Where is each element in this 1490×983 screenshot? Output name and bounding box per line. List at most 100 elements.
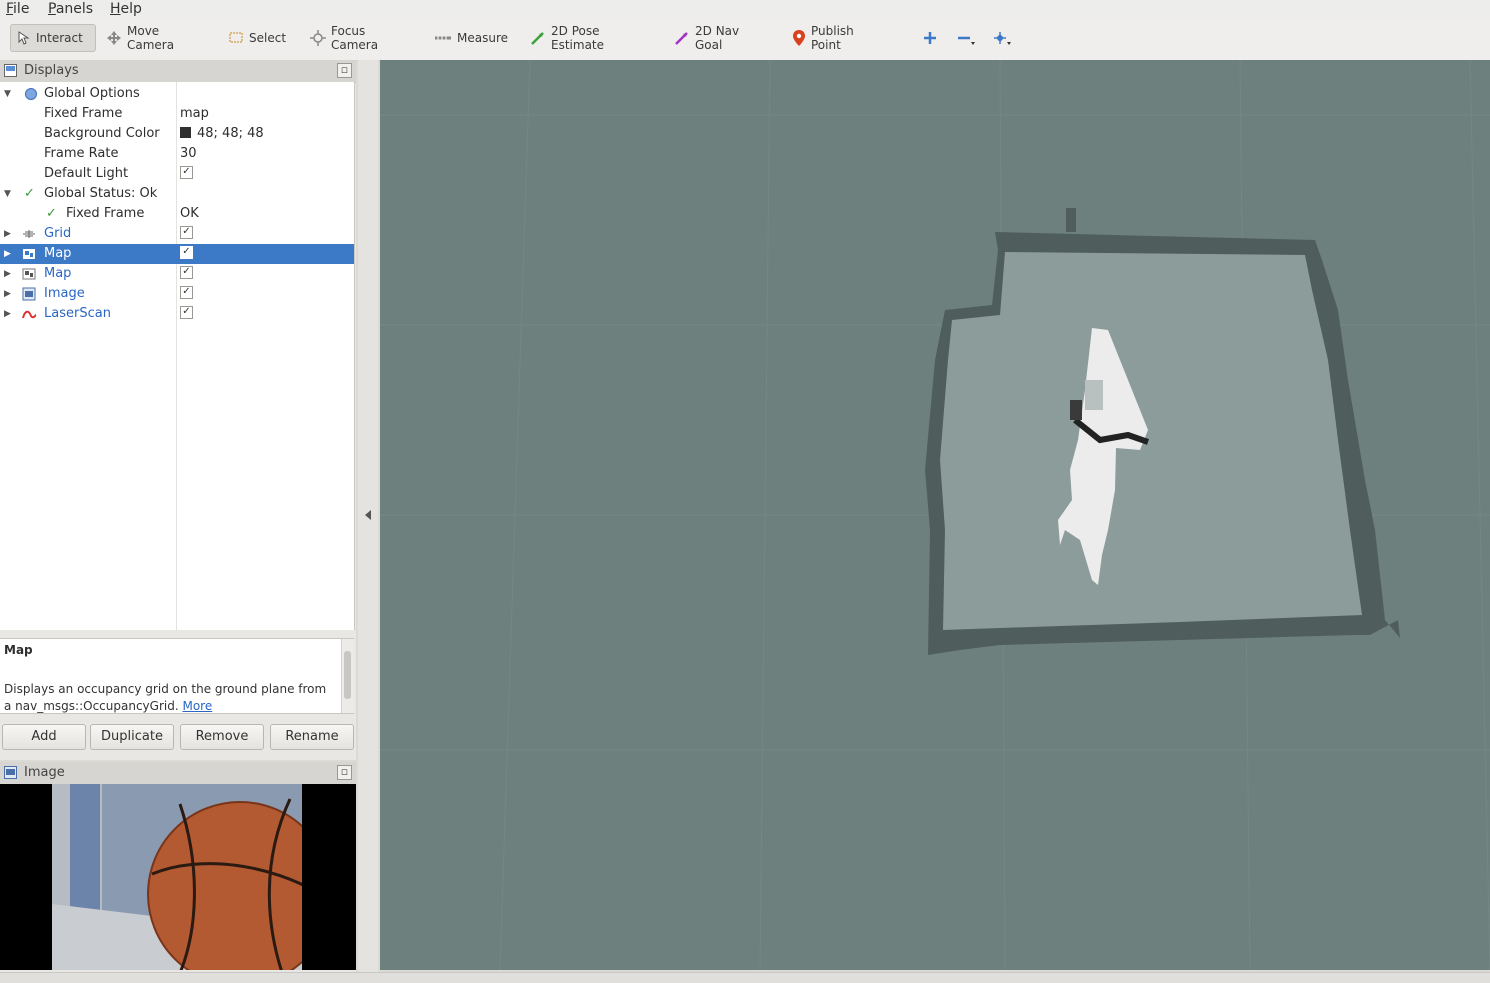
tool-focus-camera[interactable]: Focus Camera (306, 24, 416, 52)
display-name-map: Map (44, 246, 72, 261)
tool-2d-nav-goal[interactable]: 2D Nav Goal (670, 24, 770, 52)
scrollbar-thumb[interactable] (344, 651, 351, 699)
displays-panel-close-button[interactable]: ▫ (337, 63, 352, 78)
fixed-frame-label: Fixed Frame (44, 106, 123, 121)
image-panel-title: Image (24, 765, 65, 780)
3d-viewport[interactable] (380, 60, 1490, 970)
collapse-left-icon[interactable] (365, 510, 371, 520)
tree-row-default-light[interactable]: Default Light ✓ (0, 164, 354, 184)
display-name-image: Image (44, 286, 85, 301)
remove-tool-icon (958, 36, 975, 45)
description-more-link[interactable]: More (182, 699, 212, 713)
tool-measure[interactable]: Measure (430, 24, 510, 52)
expand-arrow-icon[interactable]: ▶ (4, 284, 11, 304)
tree-row-fixed-frame[interactable]: Fixed Frame map (0, 104, 354, 124)
collapse-arrow-icon[interactable]: ▼ (4, 84, 11, 104)
remove-tool-button[interactable] (952, 24, 980, 52)
laserscan-enabled-checkbox[interactable]: ✓ (180, 306, 193, 319)
expand-arrow-icon[interactable]: ▶ (4, 264, 11, 284)
menu-bar: File Panels Help (0, 0, 1490, 18)
image-icon (4, 766, 17, 779)
description-text: Displays an occupancy grid on the ground… (4, 682, 327, 713)
image-panel: Image ▫ (0, 762, 356, 972)
tool-measure-label: Measure (457, 31, 508, 45)
check-icon: ✓ (46, 206, 57, 221)
robot-marker (1085, 380, 1103, 410)
tree-row-background-color[interactable]: Background Color 48; 48; 48 (0, 124, 354, 144)
tree-row-laserscan[interactable]: ▶ LaserScan ✓ (0, 304, 354, 324)
pose-estimate-icon (531, 32, 544, 45)
tool-publish-point[interactable]: Publish Point (788, 24, 890, 52)
tool-interact[interactable]: Interact (10, 24, 96, 52)
displays-icon (4, 64, 17, 77)
tree-row-image[interactable]: ▶ Image ✓ (0, 284, 354, 304)
remove-button[interactable]: Remove (180, 724, 264, 750)
tree-row-global-options[interactable]: ▼ Global Options (0, 84, 354, 104)
default-light-checkbox-wrap: ✓ (180, 164, 193, 184)
description-title: Map (4, 643, 33, 657)
tool-publish-point-label: Publish Point (811, 24, 854, 52)
expand-arrow-icon[interactable]: ▶ (4, 224, 11, 244)
grid-icon (23, 230, 35, 238)
fixed-frame-value[interactable]: map (180, 104, 209, 124)
frame-rate-value[interactable]: 30 (180, 144, 197, 164)
toolbar: Interact Move Camera Select Focus Camera… (0, 18, 1490, 61)
expand-arrow-icon[interactable]: ▶ (4, 244, 11, 264)
tree-row-map-2[interactable]: ▶ Map ✓ (0, 264, 354, 284)
status-fixed-frame-label: Fixed Frame (66, 206, 145, 221)
map2-checkbox-wrap: ✓ (180, 264, 193, 284)
expand-arrow-icon[interactable]: ▶ (4, 304, 11, 324)
tree-row-grid[interactable]: ▶ Grid ✓ (0, 224, 354, 244)
global-status-label: Global Status: Ok (44, 186, 158, 201)
menu-panels[interactable]: Panels (48, 0, 93, 18)
focus-camera-icon (310, 30, 326, 46)
map-render (380, 60, 1490, 970)
add-button[interactable]: Add (2, 724, 86, 750)
publish-point-icon (793, 30, 805, 46)
tool-select[interactable]: Select (224, 24, 294, 52)
background-color-field[interactable]: 48; 48; 48 (180, 124, 264, 144)
laserscan-checkbox-wrap: ✓ (180, 304, 193, 324)
duplicate-button[interactable]: Duplicate (90, 724, 174, 750)
tree-row-frame-rate[interactable]: Frame Rate 30 (0, 144, 354, 164)
add-tool-icon (924, 32, 936, 44)
default-light-checkbox[interactable]: ✓ (180, 166, 193, 179)
image-enabled-checkbox[interactable]: ✓ (180, 286, 193, 299)
background-color-label: Background Color (44, 126, 160, 141)
tool-properties-button[interactable] (988, 24, 1016, 52)
tool-focus-camera-label: Focus Camera (331, 24, 379, 52)
menu-help[interactable]: Help (110, 0, 142, 18)
tool-2d-nav-goal-label: 2D Nav Goal (695, 24, 740, 52)
color-swatch[interactable] (180, 127, 191, 138)
map-2-enabled-checkbox[interactable]: ✓ (180, 266, 193, 279)
default-light-label: Default Light (44, 166, 129, 181)
tree-row-global-status[interactable]: ▼ ✓ Global Status: Ok (0, 184, 354, 204)
image-icon (22, 287, 36, 301)
status-bar (0, 972, 1490, 983)
tool-2d-pose-estimate-label: 2D Pose Estimate (551, 24, 605, 52)
rename-button[interactable]: Rename (270, 724, 354, 750)
panel-splitter[interactable] (358, 60, 378, 972)
map-enabled-checkbox[interactable]: ✓ (180, 246, 193, 259)
add-tool-button[interactable] (918, 24, 942, 52)
display-buttons: Add Duplicate Remove Rename (0, 724, 356, 750)
collapse-arrow-icon[interactable]: ▼ (4, 184, 11, 204)
tool-move-camera[interactable]: Move Camera (102, 24, 214, 52)
tree-row-status-fixed-frame[interactable]: ✓ Fixed Frame OK (0, 204, 354, 224)
measure-icon (435, 36, 451, 40)
map-checkbox-wrap: ✓ (180, 244, 193, 264)
move-camera-icon (107, 31, 121, 45)
menu-file[interactable]: File (6, 0, 29, 18)
tool-interact-label: Interact (36, 31, 83, 45)
background-color-value: 48; 48; 48 (197, 126, 264, 141)
camera-image (0, 784, 356, 970)
description-scrollbar[interactable] (341, 639, 354, 713)
map-icon (22, 268, 36, 280)
grid-enabled-checkbox[interactable]: ✓ (180, 226, 193, 239)
robot-base (1070, 400, 1082, 420)
tool-2d-pose-estimate[interactable]: 2D Pose Estimate (526, 24, 654, 52)
image-panel-close-button[interactable]: ▫ (337, 765, 352, 780)
map-notch (1066, 208, 1076, 232)
tree-row-map-selected[interactable]: ▶ Map ✓ (0, 244, 354, 264)
image-checkbox-wrap: ✓ (180, 284, 193, 304)
